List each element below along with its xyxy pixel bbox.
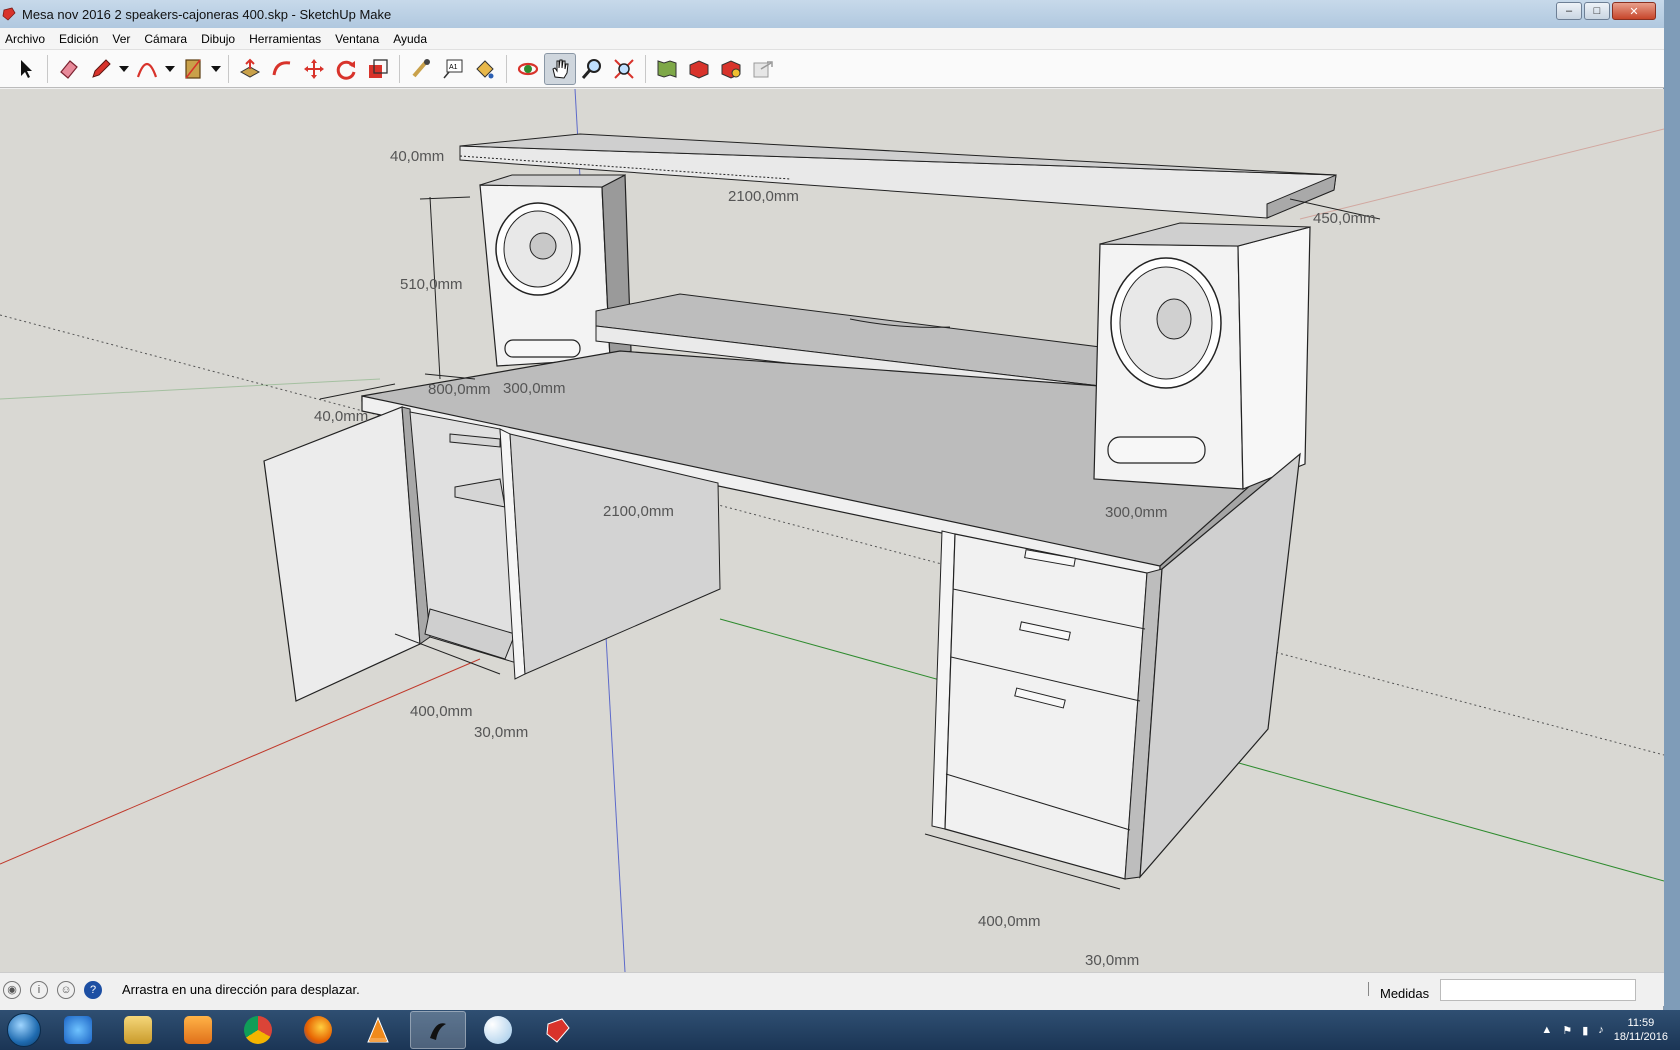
firefox-icon[interactable]	[290, 1011, 346, 1049]
sketchup-app-icon	[2, 7, 16, 21]
follow-me-icon[interactable]	[266, 53, 298, 85]
pencil-icon[interactable]	[85, 53, 117, 85]
toolbar-separator	[47, 54, 48, 83]
dimension-label: 2100,0mm	[728, 188, 799, 205]
close-button[interactable]: ✕	[1612, 2, 1656, 20]
tape-measure-icon[interactable]	[405, 53, 437, 85]
components-icon[interactable]	[683, 53, 715, 85]
text-icon[interactable]: A1	[437, 53, 469, 85]
vlc-icon[interactable]	[350, 1011, 406, 1049]
status-divider	[1368, 982, 1369, 996]
menu-ayuda[interactable]: Ayuda	[393, 32, 427, 46]
volume-icon[interactable]: ♪	[1598, 1024, 1604, 1036]
clock-date: 18/11/2016	[1613, 1031, 1668, 1043]
extension-icon[interactable]	[715, 53, 747, 85]
dimension-label: 30,0mm	[474, 724, 528, 741]
dimension-label: 510,0mm	[400, 276, 463, 293]
info-icon[interactable]: i	[30, 980, 48, 999]
orbit-icon[interactable]	[512, 53, 544, 85]
measurements-label: Medidas	[1380, 986, 1430, 1001]
sketchup-icon[interactable]	[530, 1011, 586, 1049]
select-icon[interactable]	[10, 53, 42, 85]
media-player-icon[interactable]	[170, 1011, 226, 1049]
paint-bucket-icon[interactable]	[469, 53, 501, 85]
help-icon[interactable]: ?	[84, 980, 102, 999]
menu-camara[interactable]: Cámara	[144, 32, 187, 46]
show-hidden-icons-icon[interactable]: ▲	[1541, 1024, 1552, 1036]
svg-text:A1: A1	[449, 64, 458, 71]
model-canvas[interactable]: 40,0mm 2100,0mm 450,0mm 510,0mm 300,0mm …	[0, 89, 1664, 972]
internet-explorer-icon[interactable]	[50, 1011, 106, 1049]
zoom-icon[interactable]	[576, 53, 608, 85]
dimension-label: 800,0mm	[428, 381, 491, 398]
guide-line	[0, 378, 381, 400]
system-tray: ▲ ⚑ ▮ ♪ 11:59 18/11/2016	[1541, 1010, 1668, 1050]
chevron-down-icon[interactable]	[209, 53, 223, 85]
start-button[interactable]	[0, 1010, 48, 1050]
status-message: Arrastra en una dirección para desplazar…	[122, 982, 360, 997]
signal-icon[interactable]: ▮	[1582, 1024, 1588, 1037]
menu-herramientas[interactable]: Herramientas	[249, 32, 321, 46]
red-axis	[0, 658, 481, 865]
dimension-label: 450,0mm	[1313, 210, 1376, 227]
sketchup-window: Mesa nov 2016 2 speakers-cajoneras 400.s…	[0, 0, 1664, 1010]
minimize-button[interactable]: –	[1556, 2, 1582, 20]
zoom-extents-icon[interactable]	[608, 53, 640, 85]
scale-icon[interactable]	[362, 53, 394, 85]
main-toolbar: A1	[0, 50, 1664, 88]
window-title: Mesa nov 2016 2 speakers-cajoneras 400.s…	[22, 6, 392, 22]
chrome-icon[interactable]	[230, 1011, 286, 1049]
toolbar-separator	[645, 54, 646, 83]
menu-ver[interactable]: Ver	[112, 32, 130, 46]
menu-edicion[interactable]: Edición	[59, 32, 98, 46]
desktop-background-strip	[1664, 0, 1680, 1010]
paint-icon[interactable]	[470, 1011, 526, 1049]
windows-logo-icon	[7, 1013, 41, 1047]
chevron-down-icon[interactable]	[163, 53, 177, 85]
clock[interactable]: 11:59 18/11/2016	[1614, 1016, 1668, 1044]
dimension-label: 40,0mm	[314, 408, 368, 425]
dimension-label: 400,0mm	[410, 703, 473, 720]
dimension-label: 40,0mm	[390, 148, 444, 165]
file-explorer-icon[interactable]	[110, 1011, 166, 1049]
pan-icon[interactable]	[544, 52, 576, 85]
right-speaker[interactable]	[1093, 222, 1311, 490]
push-pull-icon[interactable]	[234, 53, 266, 85]
user-icon[interactable]: ☺	[57, 980, 75, 999]
windows-taskbar	[0, 1010, 1680, 1050]
toolbar-separator	[399, 54, 400, 83]
dimension-label: 30,0mm	[1085, 952, 1139, 969]
inkscape-icon[interactable]	[410, 1011, 466, 1049]
toolbar-separator	[506, 54, 507, 83]
rotate-icon[interactable]	[330, 53, 362, 85]
toolbar-separator	[228, 54, 229, 83]
dimension-label: 300,0mm	[503, 380, 566, 397]
dimension-label: 2100,0mm	[603, 503, 674, 520]
maximize-button[interactable]: □	[1584, 2, 1610, 20]
dimension-label: 300,0mm	[1105, 504, 1168, 521]
guide-line	[1299, 128, 1664, 220]
menu-ventana[interactable]: Ventana	[335, 32, 379, 46]
clock-time: 11:59	[1627, 1017, 1655, 1029]
move-icon[interactable]	[298, 53, 330, 85]
geolocation-icon[interactable]: ◉	[3, 980, 21, 999]
warehouse-icon[interactable]	[651, 53, 683, 85]
menu-bar: Archivo Edición Ver Cámara Dibujo Herram…	[0, 28, 1664, 50]
3d-viewport[interactable]: 40,0mm 2100,0mm 450,0mm 510,0mm 300,0mm …	[0, 89, 1664, 972]
title-bar[interactable]: Mesa nov 2016 2 speakers-cajoneras 400.s…	[0, 0, 1664, 28]
network-flag-icon[interactable]: ⚑	[1562, 1024, 1572, 1037]
dimension-label: 400,0mm	[978, 913, 1041, 930]
share-icon[interactable]	[747, 53, 779, 85]
chevron-down-icon[interactable]	[117, 53, 131, 85]
menu-archivo[interactable]: Archivo	[5, 32, 45, 46]
measurements-input[interactable]	[1440, 979, 1636, 1001]
menu-dibujo[interactable]: Dibujo	[201, 32, 235, 46]
arc-icon[interactable]	[131, 53, 163, 85]
eraser-icon[interactable]	[53, 53, 85, 85]
rectangle-icon[interactable]	[177, 53, 209, 85]
